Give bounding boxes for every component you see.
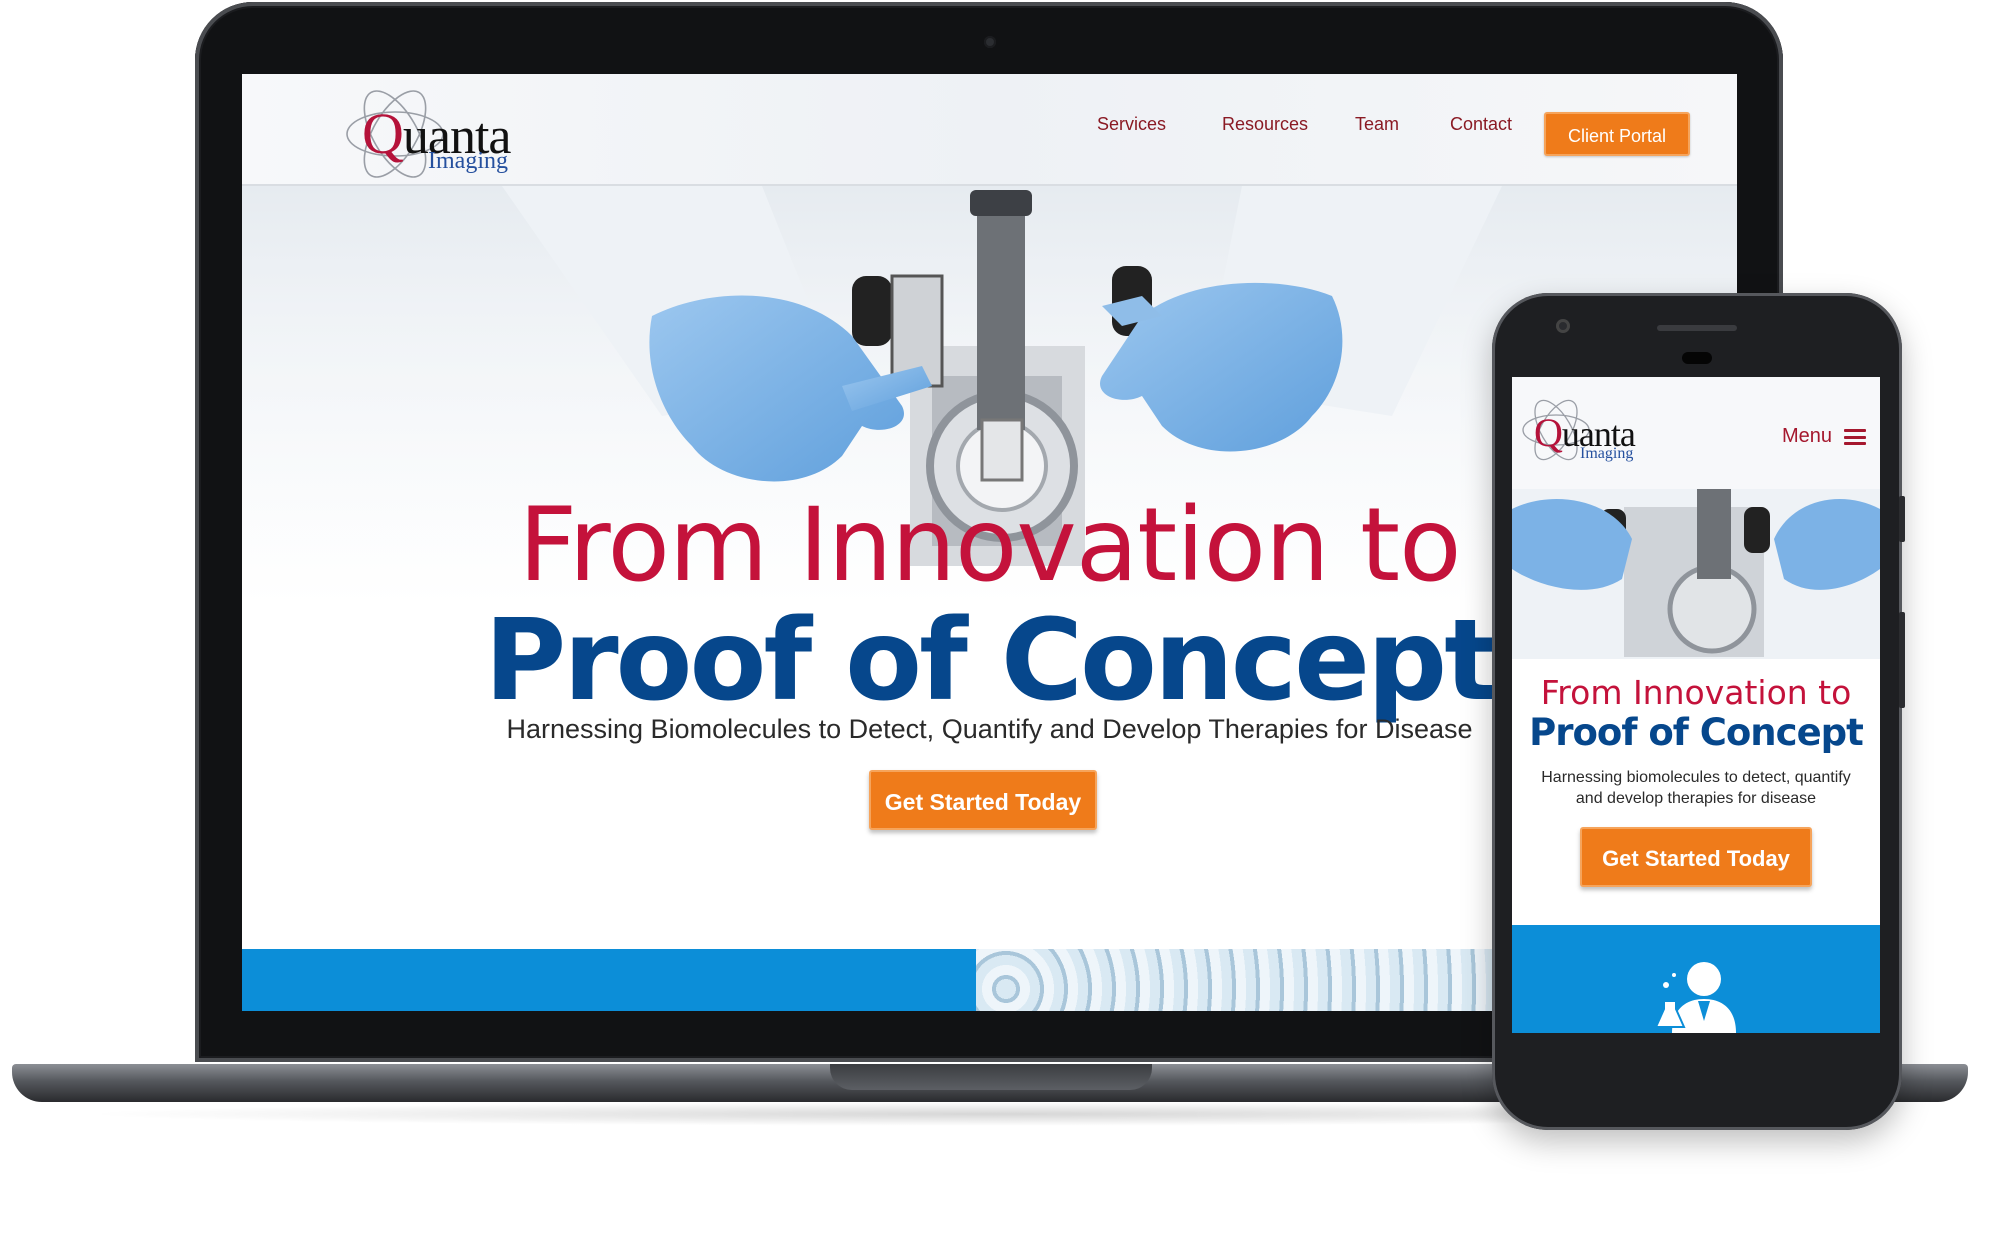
phone-camera (1556, 319, 1570, 333)
mobile-website: Quanta Imaging Menu From Innovation to P… (1512, 377, 1880, 1033)
logo-subtitle: Imaging (428, 148, 508, 174)
mobile-header: Quanta Imaging Menu (1512, 377, 1880, 489)
phone-power-button (1899, 496, 1905, 542)
desktop-logo[interactable]: Quanta Imaging (340, 84, 540, 178)
phone-speaker (1657, 325, 1737, 331)
nav-resources[interactable]: Resources (1222, 114, 1308, 135)
hero-title-line1: From Innovation to (1540, 673, 1852, 712)
laptop-notch (830, 1064, 1152, 1090)
mobile-menu-button[interactable]: Menu (1782, 425, 1832, 448)
hamburger-icon[interactable] (1844, 429, 1866, 445)
client-portal-button[interactable]: Client Portal (1544, 112, 1690, 156)
logo-subtitle: Imaging (1580, 445, 1634, 462)
phone-sensor (1682, 352, 1712, 364)
hero-subtitle: Harnessing biomolecules to detect, quant… (1541, 769, 1851, 807)
microscope-hero-image (1512, 489, 1880, 659)
get-started-button[interactable]: Get Started Today (1580, 827, 1812, 887)
phone-volume-button (1899, 612, 1905, 708)
mobile-logo[interactable]: Quanta Imaging (1518, 395, 1668, 467)
hero-title-line2: Proof of Concept (1529, 711, 1864, 754)
nav-services[interactable]: Services (1097, 114, 1166, 135)
nav-contact[interactable]: Contact (1450, 114, 1512, 135)
get-started-button[interactable]: Get Started Today (869, 770, 1097, 830)
nav-team[interactable]: Team (1355, 114, 1399, 135)
mobile-hero: From Innovation to Proof of Concept Harn… (1512, 489, 1880, 929)
desktop-header: Quanta Imaging Services Resources Team C… (242, 74, 1737, 186)
laptop-camera (984, 36, 996, 48)
device-mockup-stage: Quanta Imaging Services Resources Team C… (0, 0, 2012, 1236)
scientist-icon (1654, 962, 1736, 1033)
